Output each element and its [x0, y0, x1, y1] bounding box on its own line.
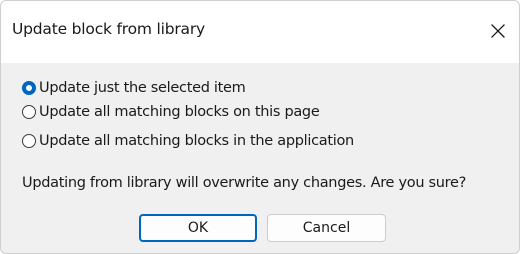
radio-button[interactable]	[22, 134, 36, 148]
dialog-title: Update block from library	[12, 20, 205, 38]
radio-label: Update just the selected item	[39, 80, 246, 96]
close-button[interactable]	[475, 11, 519, 51]
title-bar: Update block from library	[1, 1, 519, 63]
radio-option-selected-item[interactable]: Update just the selected item	[22, 78, 246, 98]
close-icon	[490, 23, 506, 39]
update-block-dialog: Update block from library Update just th…	[0, 0, 520, 254]
cancel-button[interactable]: Cancel	[267, 214, 386, 242]
dialog-content: Update just the selected item Update all…	[1, 63, 519, 253]
radio-label: Update all matching blocks in the applic…	[39, 133, 354, 149]
radio-label: Update all matching blocks on this page	[39, 104, 320, 120]
radio-option-this-page[interactable]: Update all matching blocks on this page	[22, 102, 320, 122]
radio-button[interactable]	[22, 105, 36, 119]
confirmation-message: Updating from library will overwrite any…	[22, 175, 467, 191]
radio-button-checked[interactable]	[22, 81, 36, 95]
radio-option-application[interactable]: Update all matching blocks in the applic…	[22, 131, 354, 151]
ok-button[interactable]: OK	[139, 214, 257, 242]
